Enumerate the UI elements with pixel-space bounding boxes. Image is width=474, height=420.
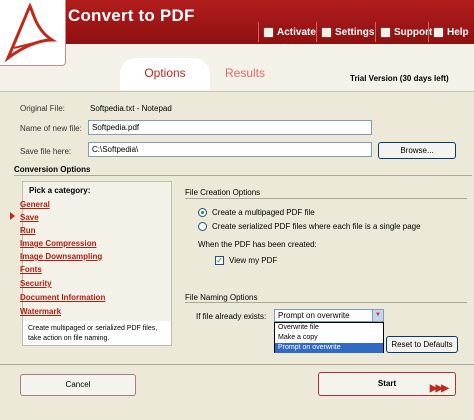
support-label: Support	[394, 26, 433, 38]
category-watermark[interactable]: Watermark	[20, 307, 61, 316]
file-exists-select[interactable]: Prompt on overwrite ▼	[274, 309, 384, 322]
save-location-label: Save file here:	[20, 147, 72, 156]
activate-label: Activate	[277, 26, 316, 38]
start-label: Start	[377, 379, 397, 388]
category-description: Create multipaged or serialized PDF file…	[22, 321, 172, 346]
reset-defaults-button[interactable]: Reset to Defaults	[386, 336, 458, 353]
original-file-value: Softpedia.txt - Notepad	[90, 104, 172, 113]
cancel-button[interactable]: Cancel	[20, 374, 136, 396]
multipaged-label: Create a multipaged PDF file	[212, 208, 315, 217]
start-button[interactable]: Start ▶▶▶	[318, 372, 456, 396]
arrow-right-icon: ▶▶▶	[429, 383, 449, 394]
help-icon	[433, 26, 444, 38]
view-pdf-checkbox[interactable]: ✓	[215, 256, 224, 265]
category-fonts[interactable]: Fonts	[20, 265, 42, 274]
category-run[interactable]: Run	[20, 226, 36, 235]
file-exists-label: If file already exists:	[196, 312, 267, 321]
view-pdf-label: View my PDF	[229, 256, 278, 265]
serialized-radio[interactable]	[198, 222, 207, 231]
support-icon	[380, 26, 391, 38]
chevron-down-icon[interactable]: ▼	[372, 310, 383, 321]
file-naming-title: File Naming Options	[185, 293, 258, 302]
app-header: Convert to PDF Activate Settings Support…	[0, 0, 474, 66]
category-heading: Pick a category:	[29, 186, 91, 195]
divider	[14, 175, 472, 176]
trial-status: Trial Version (30 days left)	[350, 74, 449, 83]
dropdown-option-prompt[interactable]: Prompt on overwrite	[275, 343, 383, 353]
save-location-input[interactable]: C:\Softpedia\	[88, 142, 372, 157]
new-file-name-label: Name of new file:	[20, 124, 82, 133]
category-image-compression[interactable]: Image Compression	[20, 239, 96, 248]
browse-button[interactable]: Browse...	[378, 142, 456, 159]
tab-options[interactable]: Options	[120, 58, 210, 90]
category-save[interactable]: Save	[20, 213, 39, 222]
original-file-label: Original File:	[20, 104, 65, 113]
conversion-options-title: Conversion Options	[14, 165, 91, 174]
when-created-label: When the PDF has been created:	[198, 240, 317, 249]
activate-button[interactable]: Activate	[258, 22, 320, 42]
tab-strip: Options Results Trial Version (30 days l…	[0, 44, 474, 92]
file-exists-dropdown: Overwrite file Make a copy Prompt on ove…	[274, 322, 384, 353]
app-title: Convert to PDF	[68, 6, 195, 25]
serialized-label: Create serialized PDF files where each f…	[212, 222, 421, 231]
new-file-name-input[interactable]: Softpedia.pdf	[88, 120, 372, 135]
divider	[185, 302, 467, 303]
divider	[185, 198, 467, 199]
selected-category-arrow-icon	[10, 212, 15, 220]
divider	[0, 364, 474, 365]
category-general[interactable]: General	[20, 200, 50, 209]
category-image-downsampling[interactable]: Image Downsampling	[20, 252, 102, 261]
multipaged-radio[interactable]	[198, 208, 207, 217]
category-document-information[interactable]: Document Information	[20, 293, 105, 302]
settings-button[interactable]: Settings	[316, 22, 378, 42]
dropdown-option-copy[interactable]: Make a copy	[275, 333, 383, 343]
file-exists-value: Prompt on overwrite	[278, 311, 350, 320]
key-icon	[263, 26, 274, 38]
app-logo	[0, 0, 66, 66]
acrobat-logo-icon	[4, 2, 58, 63]
help-button[interactable]: Help	[428, 22, 473, 42]
settings-label: Settings	[335, 26, 375, 38]
help-label: Help	[447, 26, 469, 38]
category-security[interactable]: Security	[20, 279, 52, 288]
tab-results[interactable]: Results	[225, 66, 265, 80]
settings-icon	[321, 26, 332, 38]
file-creation-title: File Creation Options	[185, 188, 261, 197]
dropdown-option-overwrite[interactable]: Overwrite file	[275, 323, 383, 333]
